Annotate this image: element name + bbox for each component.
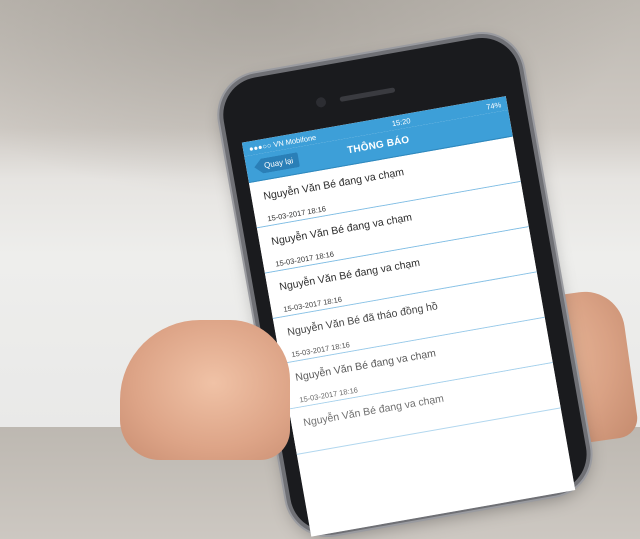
earpiece-speaker bbox=[339, 87, 396, 102]
phone-screen: ●●●○○ VN Mobifone 15:20 74% Quay lại THÔ… bbox=[241, 96, 576, 537]
battery-label: 74% bbox=[485, 99, 502, 112]
status-time: 15:20 bbox=[391, 115, 412, 128]
left-hand bbox=[120, 320, 290, 460]
notification-list: Nguyễn Văn Bé đang va chạm 15-03-2017 18… bbox=[248, 136, 561, 455]
front-camera bbox=[315, 96, 327, 109]
